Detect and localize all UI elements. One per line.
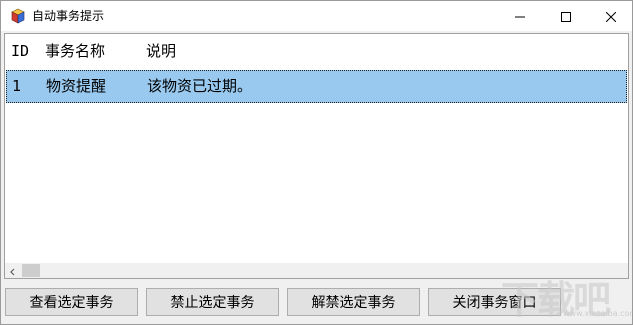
event-reminder-window: 自动事务提示 ID 事务名称 说明 1 物资提醒 该物资已过期。 查看选定事务 … [0, 0, 633, 325]
chevron-left-icon [9, 261, 17, 280]
cell-id: 1 [12, 77, 22, 95]
event-list[interactable]: ID 事务名称 说明 1 物资提醒 该物资已过期。 [4, 33, 629, 279]
title-bar[interactable]: 自动事务提示 [1, 1, 632, 31]
close-icon [605, 7, 617, 26]
scroll-track[interactable] [42, 263, 628, 278]
maximize-button[interactable] [543, 1, 589, 31]
column-header-desc[interactable]: 说明 [146, 34, 176, 68]
disable-selected-button[interactable]: 禁止选定事务 [146, 288, 279, 316]
list-header: ID 事务名称 说明 [5, 34, 628, 68]
app-cube-icon [10, 8, 26, 24]
close-window-button[interactable]: 关闭事务窗口 [428, 288, 561, 316]
minimize-button[interactable] [497, 1, 543, 31]
view-selected-button[interactable]: 查看选定事务 [5, 288, 138, 316]
minimize-icon [515, 7, 525, 26]
window-title: 自动事务提示 [32, 9, 105, 23]
maximize-icon [561, 7, 571, 26]
enable-selected-button[interactable]: 解禁选定事务 [287, 288, 420, 316]
column-header-id[interactable]: ID [11, 34, 29, 68]
cell-name: 物资提醒 [46, 77, 107, 95]
list-item[interactable]: 1 物资提醒 该物资已过期。 [6, 70, 627, 103]
scroll-left-button[interactable] [5, 263, 20, 278]
column-header-name[interactable]: 事务名称 [45, 34, 105, 68]
watermark-url: www.xiazaiba.com [563, 309, 633, 318]
cell-desc: 该物资已过期。 [147, 77, 253, 95]
scroll-thumb[interactable] [22, 264, 40, 277]
close-button[interactable] [588, 1, 633, 31]
horizontal-scrollbar[interactable] [5, 263, 628, 278]
